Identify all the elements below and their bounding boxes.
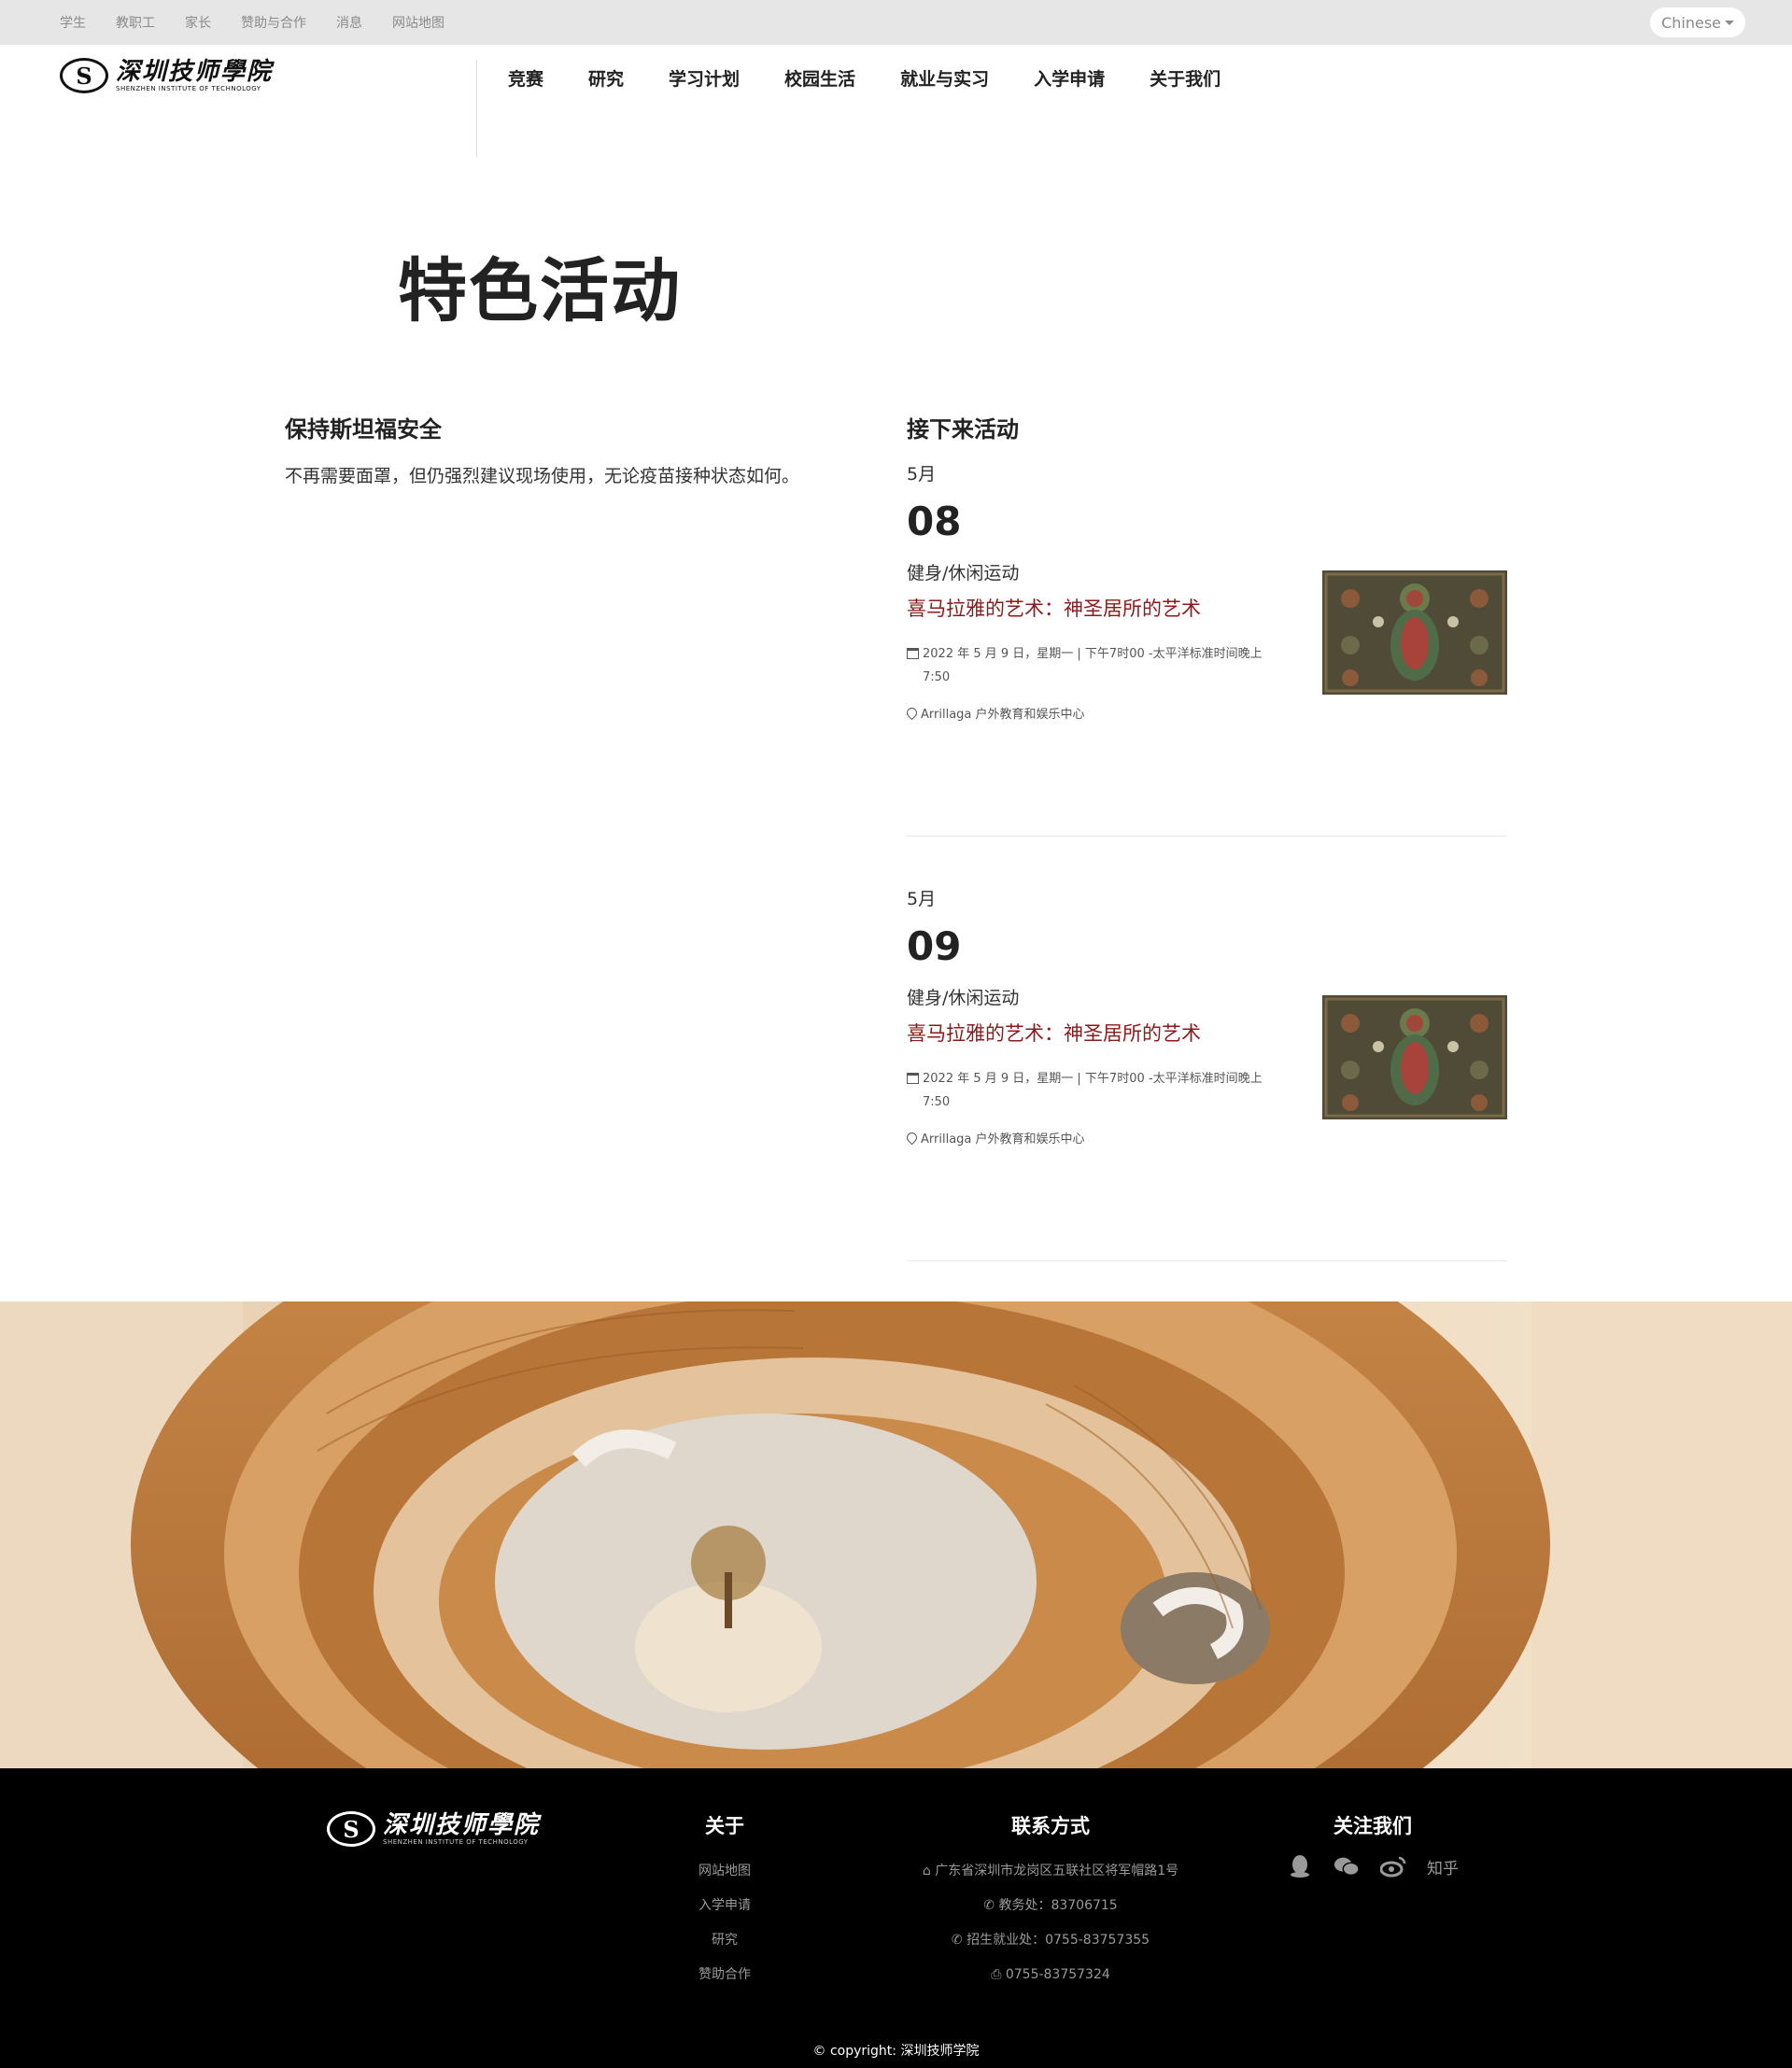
footer-link-admissions[interactable]: 入学申请 — [654, 1889, 796, 1923]
footer-fax: ⎙ 0755-83757324 — [991, 1967, 1110, 1982]
footer-link-sitemap[interactable]: 网站地图 — [654, 1854, 796, 1889]
event-day: 08 — [907, 499, 962, 544]
event-datetime: 2022 年 5 月 9 日，星期一 | 下午7时00 -太平洋标准时间晚上 7… — [907, 1067, 1290, 1114]
footer-about-heading: 关于 — [705, 1815, 744, 1837]
safety-heading: 保持斯坦福安全 — [285, 416, 442, 443]
top-utility-bar: 学生 教职工 家长 赞助与合作 消息 网站地图 Chinese — [0, 0, 1792, 45]
event-card: 5月 09 健身/休闲运动 喜马拉雅的艺术：神圣居所的艺术 2022 年 5 月… — [904, 885, 1507, 1261]
util-link-staff[interactable]: 教职工 — [116, 13, 155, 32]
nav-item-campus-life[interactable]: 校园生活 — [784, 65, 855, 91]
language-dropdown[interactable]: Chinese — [1650, 7, 1745, 37]
nav-item-about[interactable]: 关于我们 — [1150, 65, 1221, 91]
util-link-sponsorship[interactable]: 赞助与合作 — [241, 13, 306, 32]
footer-link-research[interactable]: 研究 — [654, 1923, 796, 1958]
util-link-students[interactable]: 学生 — [60, 13, 86, 32]
event-datetime-text: 2022 年 5 月 9 日，星期一 | 下午7时00 -太平洋标准时间晚上 7… — [923, 1072, 1263, 1109]
footer-follow: 关注我们 知乎 — [1279, 1811, 1466, 1878]
qq-icon[interactable] — [1287, 1854, 1313, 1878]
footer-link-sponsorship[interactable]: 赞助合作 — [654, 1958, 796, 1992]
event-month: 5月 — [907, 889, 937, 909]
nav-item-admissions[interactable]: 入学申请 — [1034, 65, 1105, 91]
nav-item-programs[interactable]: 学习计划 — [669, 65, 740, 91]
calendar-icon — [907, 1073, 919, 1084]
main-nav: 竞赛 研究 学习计划 校园生活 就业与实习 入学申请 关于我们 — [508, 65, 1265, 91]
home-icon: ⌂ — [922, 1864, 936, 1878]
nav-item-competitions[interactable]: 竞赛 — [508, 65, 543, 91]
event-datetime: 2022 年 5 月 9 日，星期一 | 下午7时00 -太平洋标准时间晚上 7… — [907, 642, 1290, 689]
event-card: 5月 08 健身/休闲运动 喜马拉雅的艺术：神圣居所的艺术 2022 年 5 月… — [904, 460, 1507, 837]
footer-phone-admissions: ✆ 招生就业处：0755-83757355 — [951, 1933, 1150, 1948]
site-logo[interactable]: S 深圳技师學院 SHENZHEN INSTITUTE OF TECHNOLOG… — [60, 58, 273, 93]
logo-name-en: SHENZHEN INSTITUTE OF TECHNOLOGY — [116, 85, 261, 92]
campus-banner-image — [0, 1301, 1792, 1768]
zhihu-link[interactable]: 知乎 — [1427, 1855, 1459, 1878]
footer-address: ⌂ 广东省深圳市龙岗区五联社区将军帽路1号 — [922, 1864, 1179, 1878]
util-link-parents[interactable]: 家长 — [185, 13, 211, 32]
upcoming-events: 接下来活动 5月 08 健身/休闲运动 喜马拉雅的艺术：神圣居所的艺术 2022… — [904, 411, 1507, 1310]
event-location: Arrillaga 户外教育和娱乐中心 — [904, 704, 1507, 722]
util-link-sitemap[interactable]: 网站地图 — [392, 13, 444, 32]
event-day: 09 — [907, 923, 962, 969]
location-pin-icon — [904, 705, 920, 721]
calendar-icon — [907, 648, 919, 659]
safety-notice: 保持斯坦福安全 不再需要面罩，但仍强烈建议现场使用，无论疫苗接种状态如何。 — [285, 411, 845, 490]
weibo-icon[interactable] — [1380, 1854, 1406, 1878]
event-datetime-text: 2022 年 5 月 9 日，星期一 | 下午7时00 -太平洋标准时间晚上 7… — [923, 647, 1263, 684]
footer-about: 关于 网站地图 入学申请 研究 赞助合作 — [654, 1811, 796, 1992]
wechat-icon[interactable] — [1333, 1854, 1360, 1878]
site-header: S 深圳技师學院 SHENZHEN INSTITUTE OF TECHNOLOG… — [0, 45, 1792, 157]
footer-follow-heading: 关注我们 — [1333, 1815, 1412, 1837]
nav-item-careers[interactable]: 就业与实习 — [900, 65, 989, 91]
page-title: 特色活动 — [398, 251, 682, 331]
copyright: © copyright: 深圳技师学院 — [812, 2044, 980, 2059]
event-thumbnail[interactable] — [1322, 570, 1507, 695]
header-divider — [476, 60, 477, 157]
footer-logo-name-en: SHENZHEN INSTITUTE OF TECHNOLOGY — [383, 1838, 529, 1846]
nav-item-research[interactable]: 研究 — [588, 65, 624, 91]
utility-links: 学生 教职工 家长 赞助与合作 消息 网站地图 — [60, 0, 474, 45]
logo-emblem-icon: S — [60, 58, 108, 93]
upcoming-heading: 接下来活动 — [907, 416, 1019, 443]
event-location-text: Arrillaga 户外教育和娱乐中心 — [921, 708, 1085, 722]
chevron-down-icon — [1725, 20, 1734, 25]
location-pin-icon — [904, 1130, 920, 1146]
phone-icon: ✆ — [951, 1933, 967, 1948]
social-links: 知乎 — [1279, 1854, 1466, 1878]
footer-contact-heading: 联系方式 — [1011, 1815, 1090, 1837]
event-location-text: Arrillaga 户外教育和娱乐中心 — [921, 1132, 1085, 1147]
footer-logo-name-cn: 深圳技师學院 — [383, 1811, 541, 1839]
site-footer: S 深圳技师學院 SHENZHEN INSTITUTE OF TECHNOLOG… — [0, 1768, 1792, 2068]
logo-emblem-icon: S — [327, 1811, 375, 1847]
safety-text: 不再需要面罩，但仍强烈建议现场使用，无论疫苗接种状态如何。 — [285, 466, 800, 486]
phone-icon: ✆ — [983, 1898, 999, 1913]
util-link-news[interactable]: 消息 — [336, 13, 362, 32]
footer-logo[interactable]: S 深圳技师學院 SHENZHEN INSTITUTE OF TECHNOLOG… — [327, 1811, 540, 1847]
logo-name-cn: 深圳技师學院 — [116, 58, 274, 86]
fax-icon: ⎙ — [991, 1967, 1006, 1982]
event-thumbnail[interactable] — [1322, 995, 1507, 1119]
footer-phone-academic: ✆ 教务处：83706715 — [983, 1898, 1118, 1913]
language-label: Chinese — [1661, 13, 1721, 32]
event-location: Arrillaga 户外教育和娱乐中心 — [904, 1129, 1507, 1147]
event-month: 5月 — [907, 464, 937, 485]
footer-contact: 联系方式 ⌂ 广东省深圳市龙岗区五联社区将军帽路1号 ✆ 教务处：8370671… — [878, 1811, 1223, 1992]
